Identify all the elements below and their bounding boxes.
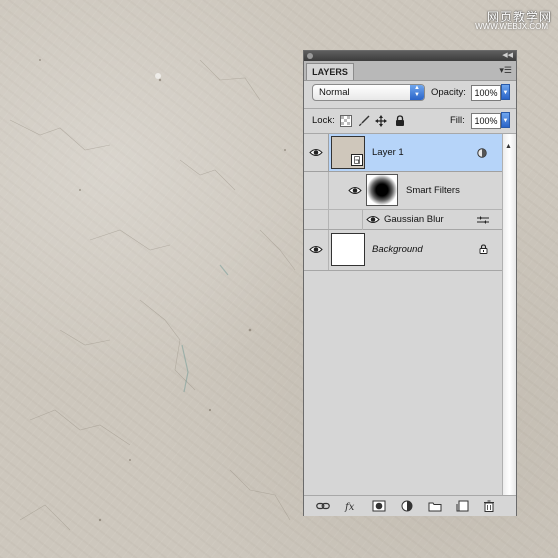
eye-icon (309, 246, 323, 253)
blending-options-icon[interactable] (476, 215, 490, 225)
vertical-scrollbar[interactable]: ▲ (502, 134, 516, 495)
folder-icon[interactable] (428, 500, 442, 512)
eye-icon[interactable] (366, 215, 380, 224)
opacity-dropdown-icon[interactable]: ▼ (501, 84, 510, 100)
fill-label: Fill: (450, 115, 465, 126)
indent-cell (304, 172, 329, 209)
filter-row-gaussian-blur[interactable]: Gaussian Blur (304, 210, 502, 230)
blend-mode-value: Normal (319, 87, 350, 98)
adjustment-icon[interactable] (400, 500, 414, 512)
smart-object-icon (351, 154, 363, 166)
mask-icon[interactable] (372, 500, 386, 512)
opacity-label: Opacity: (431, 87, 466, 98)
smart-filters-label: Smart Filters (406, 185, 460, 196)
fill-dropdown-icon[interactable]: ▼ (501, 112, 510, 128)
panel-bottom-toolbar: fx (304, 495, 516, 516)
opacity-input[interactable]: 100% (471, 85, 501, 101)
layer-name[interactable]: Layer 1 (372, 147, 404, 158)
layer-name[interactable]: Background (372, 244, 423, 255)
lock-label: Lock: (312, 115, 335, 126)
smart-filters-row[interactable]: Smart Filters (304, 172, 502, 210)
svg-text:fx: fx (344, 502, 355, 512)
panel-titlebar[interactable]: ◀◀ (304, 51, 516, 61)
collapse-icon[interactable]: ◀◀ (502, 51, 513, 61)
lock-transparency-icon[interactable] (340, 115, 352, 127)
visibility-toggle[interactable] (304, 134, 329, 171)
panel-menu-icon[interactable]: ▾☰ (499, 66, 512, 75)
filter-mask-thumbnail[interactable] (366, 174, 398, 206)
lock-all-icon[interactable] (394, 115, 406, 127)
lock-brush-icon[interactable] (358, 115, 370, 127)
trash-icon[interactable] (482, 500, 496, 512)
select-arrows-icon: ▲ ▼ (410, 85, 424, 100)
layer-row-layer-1[interactable]: Layer 1 (304, 134, 502, 172)
visibility-toggle[interactable] (304, 230, 329, 270)
panel-tab-row: LAYERS ▾☰ (304, 61, 516, 81)
eye-icon (309, 149, 323, 156)
blend-mode-select[interactable]: Normal ▲ ▼ (312, 84, 425, 101)
watermark-url: WWW.WEBJX.COM (475, 22, 548, 31)
lock-icon (479, 244, 488, 254)
link-icon[interactable] (316, 500, 330, 512)
close-icon[interactable] (307, 53, 313, 59)
new-layer-icon[interactable] (456, 500, 470, 512)
layers-panel: ◀◀ LAYERS ▾☰ Normal ▲ ▼ Opacity: 100% ▼ L… (303, 50, 517, 516)
divider (304, 108, 516, 109)
lock-move-icon[interactable] (375, 115, 387, 127)
layers-list: Layer 1 Smart Filters Gaussian Blur Back… (304, 134, 502, 494)
layer-row-background[interactable]: Background (304, 230, 502, 271)
eye-icon (348, 187, 362, 194)
visibility-toggle[interactable] (346, 172, 364, 210)
scroll-up-icon[interactable]: ▲ (505, 143, 512, 150)
divider (362, 210, 363, 230)
indent-cell (304, 210, 329, 229)
layer-thumbnail (331, 233, 365, 266)
filter-name: Gaussian Blur (384, 214, 444, 225)
smart-filter-toggle-icon[interactable] (477, 148, 487, 158)
fx-icon[interactable]: fx (344, 500, 358, 512)
tab-layers[interactable]: LAYERS (306, 63, 354, 80)
fill-input[interactable]: 100% (471, 113, 501, 129)
